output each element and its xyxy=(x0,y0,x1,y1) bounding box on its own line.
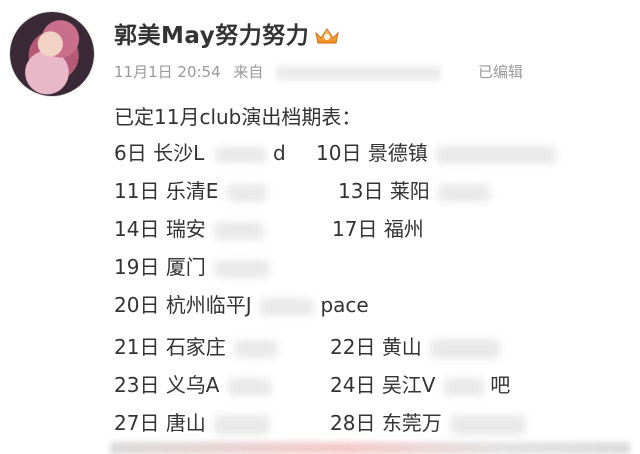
schedule-date: 6日 xyxy=(114,141,147,165)
schedule-item: 20日 杭州临平J pace xyxy=(114,292,369,318)
schedule-text: 厦门 xyxy=(165,255,206,279)
schedule-text: 唐山 xyxy=(165,411,206,435)
schedule-text: 东莞万 xyxy=(381,411,442,435)
redacted-venue xyxy=(226,183,267,202)
redacted-venue xyxy=(260,297,315,316)
schedule-date: 20日 xyxy=(114,293,160,317)
edited-indicator[interactable]: 已编辑 xyxy=(478,61,523,83)
schedule-date: 17日 xyxy=(332,217,378,241)
schedule-item: 19日 厦门 xyxy=(114,254,271,280)
schedule-text: 景德镇 xyxy=(367,141,428,165)
schedule-date: 14日 xyxy=(114,217,160,241)
schedule-item: 14日 瑞安 xyxy=(114,216,265,242)
redacted-venue xyxy=(443,377,484,396)
schedule-text: 莱阳 xyxy=(389,179,430,203)
schedule-item: 22日 黄山 xyxy=(330,334,501,360)
redacted-venue xyxy=(214,146,267,163)
schedule-date: 22日 xyxy=(330,335,376,359)
redacted-venue xyxy=(214,414,271,435)
post-title: 已定11月club演出档期表： xyxy=(114,105,362,129)
redacted-venue xyxy=(214,221,265,240)
schedule-text: 吴江V xyxy=(381,373,436,397)
schedule-text: 瑞安 xyxy=(165,217,206,241)
schedule-item: 23日 义乌A xyxy=(114,372,272,398)
redacted-venue xyxy=(430,338,501,359)
schedule-item: 21日 石家庄 xyxy=(114,334,279,360)
schedule-tail: d xyxy=(272,141,286,165)
schedule-date: 27日 xyxy=(114,411,160,435)
schedule-text: 乐清E xyxy=(165,179,219,203)
schedule-item: 24日 吴江V 吧 xyxy=(330,372,510,398)
post-timestamp[interactable]: 11月1日 20:54 xyxy=(114,63,221,81)
schedule-item: 17日 福州 xyxy=(332,216,424,242)
schedule-text: 杭州临平J xyxy=(165,293,252,317)
schedule-item: 11日 乐清E xyxy=(114,178,267,204)
avatar[interactable] xyxy=(10,12,94,96)
schedule-date: 11日 xyxy=(114,179,160,203)
schedule-date: 10日 xyxy=(316,141,362,165)
redacted-venue xyxy=(436,145,557,164)
schedule-text: 石家庄 xyxy=(165,335,226,359)
schedule-date: 19日 xyxy=(114,255,160,279)
redacted-venue xyxy=(227,377,272,396)
schedule-item: 28日 东莞万 xyxy=(330,410,527,436)
schedule-item: 27日 唐山 xyxy=(114,410,271,436)
schedule-date: 23日 xyxy=(114,373,160,397)
schedule-date: 28日 xyxy=(330,411,376,435)
crown-badge-icon xyxy=(315,28,339,44)
weibo-post: 郭美May努力努力 11月1日 20:54 来自 已编辑 已定11月club演出… xyxy=(0,0,640,454)
source-redacted xyxy=(276,65,442,80)
source-prefix: 来自 xyxy=(233,63,264,81)
schedule-text: 义乌A xyxy=(165,373,220,397)
schedule-text: 长沙L xyxy=(153,141,205,165)
schedule-item: 13日 莱阳 xyxy=(338,178,491,204)
redacted-venue xyxy=(450,414,527,435)
schedule-text: 福州 xyxy=(383,217,424,241)
schedule-date: 13日 xyxy=(338,179,384,203)
schedule-tail: 吧 xyxy=(490,373,511,397)
username[interactable]: 郭美May努力努力 xyxy=(114,22,309,50)
redacted-venue xyxy=(234,339,279,358)
schedule-date: 24日 xyxy=(330,373,376,397)
cut-off-content xyxy=(110,442,630,454)
schedule-date: 21日 xyxy=(114,335,160,359)
schedule-tail: pace xyxy=(320,293,369,317)
schedule-item: 10日 景德镇 xyxy=(316,140,557,166)
schedule-item: 6日 长沙L d xyxy=(114,140,286,166)
redacted-venue xyxy=(438,183,491,202)
schedule-text: 黄山 xyxy=(381,335,422,359)
redacted-venue xyxy=(214,259,271,278)
post-meta: 11月1日 20:54 来自 xyxy=(114,61,449,83)
